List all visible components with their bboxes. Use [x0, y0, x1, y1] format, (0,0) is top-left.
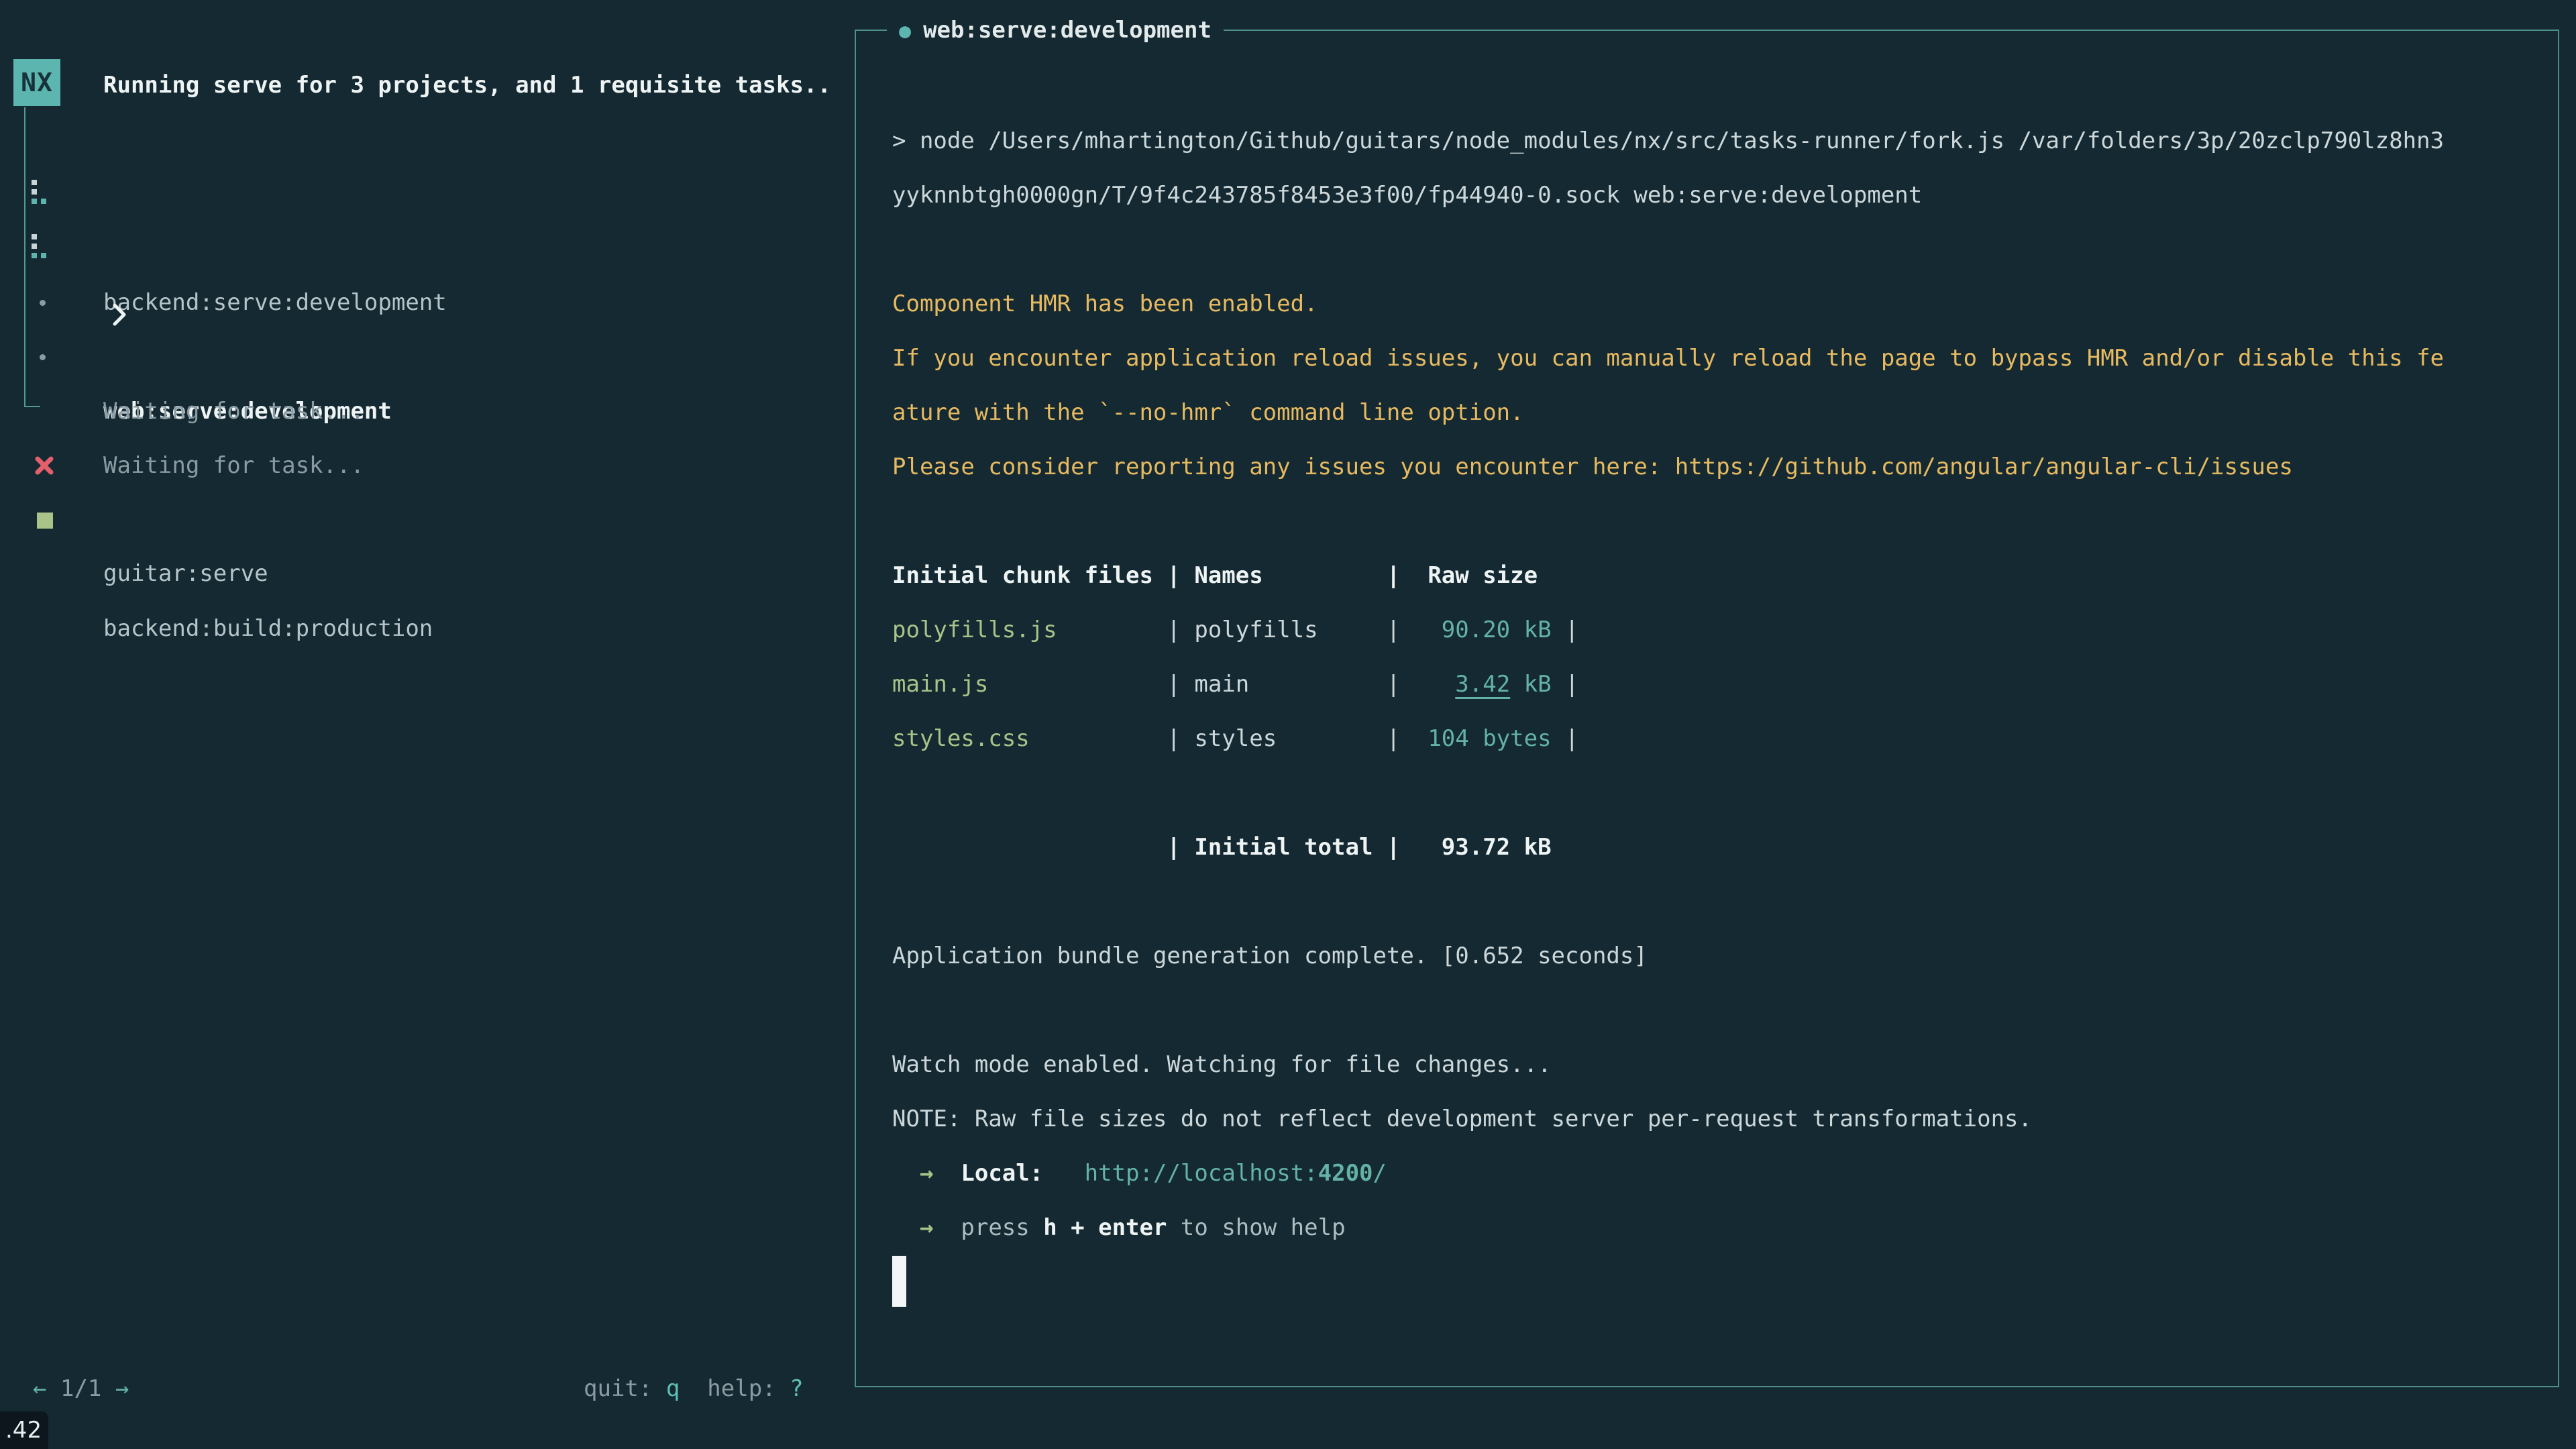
text-segment: > node /Users/mhartington/Github/guitars… — [892, 127, 2444, 154]
failed-cross-icon — [32, 438, 58, 492]
terminal-line: If you encounter application reload issu… — [892, 331, 2444, 386]
terminal-cursor — [892, 1256, 906, 1307]
terminal-line: > node /Users/mhartington/Github/guitars… — [892, 114, 2444, 168]
task-row-waiting-2[interactable]: Waiting for task... — [0, 330, 832, 384]
task-row-guitar-serve[interactable]: guitar:serve — [0, 438, 832, 492]
text-segment — [892, 1214, 920, 1241]
waiting-dot-icon — [32, 330, 58, 384]
task-label: guitar:serve — [103, 547, 268, 601]
text-segment — [1043, 1160, 1084, 1187]
terminal-line: Application bundle generation complete. … — [892, 929, 1648, 983]
text-segment: 104 bytes — [1400, 725, 1551, 752]
github-issues-link[interactable]: https://github.com/angular/angular-cli/i… — [1675, 453, 2293, 480]
keyboard-shortcuts: quit: q help: ? — [584, 1362, 804, 1416]
quit-key: q — [666, 1375, 680, 1402]
pager-label: 1/1 — [60, 1375, 101, 1402]
terminal-line: ature with the `--no-hmr` command line o… — [892, 386, 1524, 440]
localhost-link-port[interactable]: 4200 — [1318, 1160, 1373, 1187]
text-segment: press — [961, 1214, 1043, 1241]
terminal-line: yyknnbtgh0000gn/T/9f4c243785f8453e3f00/f… — [892, 168, 1922, 223]
text-segment: Initial chunk files | Names | Raw size — [892, 562, 1538, 589]
text-segment: | Initial total | 93.72 kB — [892, 834, 1552, 861]
text-segment: Component HMR has been enabled. — [892, 290, 1318, 317]
spinner-icon — [32, 167, 58, 221]
terminal-line: NOTE: Raw file sizes do not reflect deve… — [892, 1092, 2032, 1146]
text-segment — [933, 1214, 961, 1241]
arrow-icon: → — [920, 1214, 933, 1241]
terminal-line: Please consider reporting any issues you… — [892, 440, 2293, 494]
help-label: help: — [707, 1375, 775, 1402]
task-pager: ← 1/1 → — [33, 1362, 129, 1416]
text-segment: to show help — [1167, 1214, 1345, 1241]
text-segment: ature with the `--no-hmr` command line o… — [892, 399, 1524, 426]
task-output-panel[interactable]: ●web:serve:development > node /Users/mha… — [855, 30, 2559, 1387]
text-segment — [892, 1160, 920, 1187]
text-segment: Local: — [961, 1160, 1043, 1187]
task-row-backend-serve[interactable]: backend:serve:development — [0, 167, 832, 221]
text-segment: If you encounter application reload issu… — [892, 345, 2444, 372]
text-segment: | — [1552, 725, 1579, 752]
terminal-line: Component HMR has been enabled. — [892, 277, 1318, 331]
task-label: backend:build:production — [103, 602, 433, 656]
terminal-line: Watch mode enabled. Watching for file ch… — [892, 1038, 1552, 1092]
help-key: ? — [790, 1375, 803, 1402]
terminal-line: → press h + enter to show help — [892, 1201, 1346, 1255]
terminal-line: | Initial total | 93.72 kB — [892, 820, 1552, 875]
run-summary-title: Running serve for 3 projects, and 1 requ… — [103, 58, 831, 113]
text-segment: kB — [1510, 671, 1551, 698]
text-segment — [933, 1160, 961, 1187]
text-segment: Watch mode enabled. Watching for file ch… — [892, 1051, 1552, 1078]
text-segment: polyfills.js — [892, 616, 1057, 643]
task-row-backend-build[interactable]: backend:build:production — [0, 493, 832, 547]
panel-title-text: web:serve:development — [923, 17, 1212, 44]
quit-label: quit: — [584, 1375, 652, 1402]
terminal-line: styles.css | styles | 104 bytes | — [892, 712, 1579, 766]
nx-terminal-screen: NX Running serve for 3 projects, and 1 r… — [0, 0, 2576, 1449]
localhost-link[interactable]: http://localhost: — [1085, 1160, 1318, 1187]
task-row-web-serve[interactable]: web:serve:development — [0, 221, 832, 276]
success-square-icon — [32, 493, 58, 547]
pager-left-arrow-icon[interactable]: ← — [33, 1375, 46, 1402]
overlay-badge: .42 — [0, 1411, 48, 1449]
task-row-waiting-1[interactable]: Waiting for task... — [0, 276, 832, 330]
text-segment: | styles | — [1030, 725, 1401, 752]
terminal-line: → Local: http://localhost:4200/ — [892, 1146, 1387, 1201]
spinner-icon — [32, 221, 58, 276]
text-segment: Please consider reporting any issues you… — [892, 453, 1675, 480]
text-segment: yyknnbtgh0000gn/T/9f4c243785f8453e3f00/f… — [892, 182, 1922, 209]
terminal-line: main.js | main | 3.42 kB | — [892, 657, 1579, 712]
text-segment — [1400, 671, 1455, 698]
pager-right-arrow-icon[interactable]: → — [115, 1375, 129, 1402]
text-segment: | main | — [988, 671, 1400, 698]
task-label: Waiting for task... — [103, 384, 364, 439]
status-dot-icon: ● — [899, 19, 911, 43]
nx-logo-badge: NX — [13, 59, 60, 106]
terminal-line: polyfills.js | polyfills | 90.20 kB | — [892, 603, 1579, 657]
text-segment: | — [1552, 616, 1579, 643]
panel-title: ● web:serve:development — [887, 3, 1224, 58]
task-sidebar: NX Running serve for 3 projects, and 1 r… — [0, 0, 832, 1449]
terminal-line: Initial chunk files | Names | Raw size — [892, 549, 1538, 603]
arrow-icon: → — [920, 1160, 933, 1187]
terminal-line — [892, 1255, 906, 1309]
text-segment: main.js — [892, 671, 988, 698]
text-segment: 3.42 — [1455, 671, 1510, 698]
text-segment: 90.20 kB — [1400, 616, 1551, 643]
text-segment: Application bundle generation complete. … — [892, 943, 1648, 969]
text-segment: | polyfills | — [1057, 616, 1401, 643]
text-segment: h + enter — [1043, 1214, 1167, 1241]
waiting-dot-icon — [32, 276, 58, 330]
text-segment: NOTE: Raw file sizes do not reflect deve… — [892, 1106, 2032, 1132]
text-segment: | — [1552, 671, 1579, 698]
text-segment: styles.css — [892, 725, 1030, 752]
localhost-link-slash[interactable]: / — [1373, 1160, 1387, 1187]
